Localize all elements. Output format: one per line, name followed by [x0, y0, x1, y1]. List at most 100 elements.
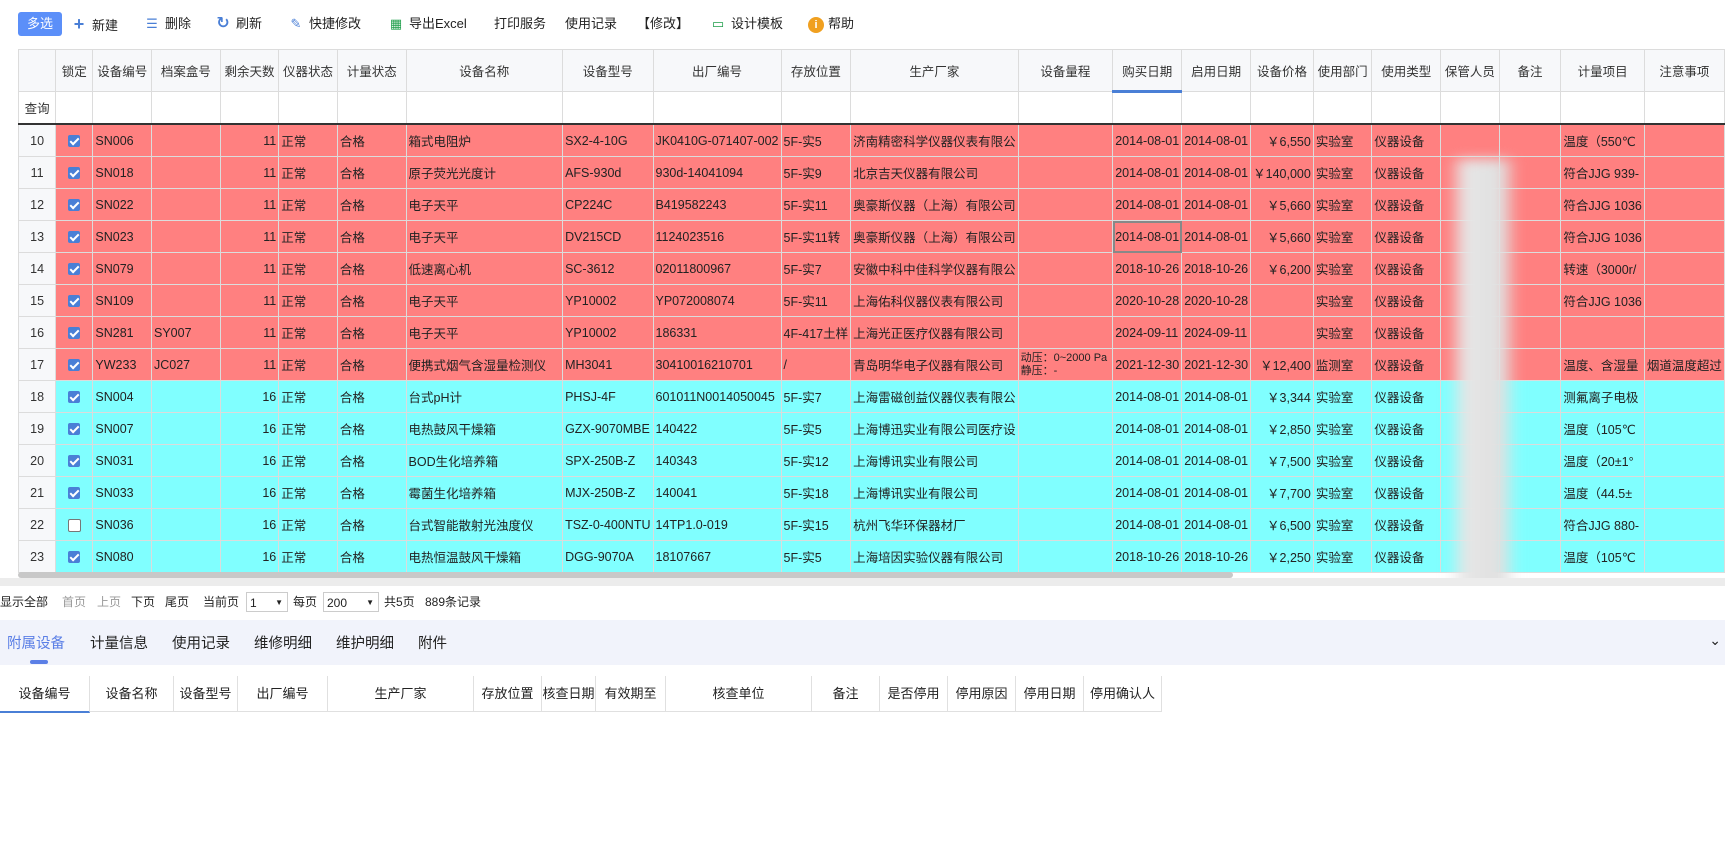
cell-model[interactable]: SPX-250B-Z: [562, 444, 654, 477]
cell-type[interactable]: 仪器设备: [1371, 123, 1442, 157]
cell-metro[interactable]: 合格: [336, 444, 407, 477]
cell-dept[interactable]: 实验室: [1312, 412, 1373, 445]
cell-dept[interactable]: 实验室: [1312, 444, 1373, 477]
cell-maker[interactable]: 上海光正医疗仪器有限公司: [850, 316, 1019, 349]
tab-metrology-info[interactable]: 计量信息: [90, 632, 148, 653]
cell-box[interactable]: [151, 444, 221, 477]
cell-type[interactable]: 仪器设备: [1371, 156, 1442, 189]
lock-checkbox[interactable]: [68, 263, 81, 276]
cell-name[interactable]: 电子天平: [405, 316, 564, 349]
lock-checkbox[interactable]: [68, 551, 81, 564]
cell-metro[interactable]: 合格: [336, 348, 407, 381]
multi-select-button[interactable]: 多选: [18, 12, 62, 36]
usage-record-button[interactable]: 使用记录: [565, 12, 617, 36]
cell-type[interactable]: 仪器设备: [1371, 348, 1442, 381]
cell-price[interactable]: ￥140,000: [1250, 156, 1314, 189]
filter-cell[interactable]: [562, 91, 654, 125]
lock-checkbox[interactable]: [68, 327, 81, 340]
sub-column-header[interactable]: 停用原因: [948, 676, 1016, 712]
cell-status[interactable]: 正常: [278, 188, 338, 221]
cell-loc[interactable]: 5F-实12: [780, 444, 852, 477]
cell-start[interactable]: 2014-08-01: [1181, 508, 1252, 541]
column-header[interactable]: 档案盒号: [151, 49, 221, 92]
cell-model[interactable]: GZX-9070MBE: [562, 412, 654, 445]
cell-serial[interactable]: 186331: [652, 316, 782, 349]
filter-cell[interactable]: [92, 91, 152, 125]
cell-days[interactable]: 16: [219, 412, 280, 445]
column-header[interactable]: 保管人员: [1440, 49, 1500, 92]
cell-code[interactable]: SN006: [92, 123, 152, 157]
cell-buy[interactable]: 2021-12-30: [1112, 348, 1183, 381]
cell-item[interactable]: 转速（3000r/: [1560, 252, 1645, 285]
cell-box[interactable]: [151, 380, 221, 413]
new-button[interactable]: + 新建: [70, 12, 118, 36]
cell-metro[interactable]: 合格: [336, 380, 407, 413]
cell-dept[interactable]: 实验室: [1312, 380, 1373, 413]
cell-loc[interactable]: 5F-实7: [780, 252, 852, 285]
cell-caution[interactable]: [1643, 284, 1725, 317]
cell-name[interactable]: BOD生化培养箱: [405, 444, 564, 477]
cell-price[interactable]: ￥7,700: [1250, 476, 1314, 509]
cell-item[interactable]: 温度、含湿量: [1560, 348, 1645, 381]
cell-range[interactable]: [1017, 316, 1114, 349]
cell-code[interactable]: SN031: [92, 444, 152, 477]
cell-code[interactable]: SN109: [92, 284, 152, 317]
cell-box[interactable]: [151, 508, 221, 541]
filter-cell[interactable]: [1017, 91, 1114, 125]
cell-item[interactable]: 符合JJG 1036: [1560, 220, 1645, 253]
cell-box[interactable]: [151, 540, 221, 573]
cell-maker[interactable]: 北京吉天仪器有限公司: [850, 156, 1019, 189]
cell-metro[interactable]: 合格: [336, 156, 407, 189]
cell-name[interactable]: 电子天平: [405, 284, 564, 317]
sub-column-header[interactable]: 设备名称: [90, 676, 174, 712]
cell-dept[interactable]: 实验室: [1312, 252, 1373, 285]
cell-name[interactable]: 电热鼓风干燥箱: [405, 412, 564, 445]
cell-model[interactable]: DGG-9070A: [562, 540, 654, 573]
cell-caution[interactable]: [1643, 220, 1725, 253]
column-header[interactable]: 备注: [1498, 49, 1562, 92]
cell-range[interactable]: [1017, 252, 1114, 285]
cell-caution[interactable]: [1643, 252, 1725, 285]
cell-name[interactable]: 箱式电阻炉: [405, 123, 564, 157]
cell-code[interactable]: SN022: [92, 188, 152, 221]
cell-price[interactable]: [1250, 284, 1314, 317]
cell-range[interactable]: [1017, 156, 1114, 189]
cell-model[interactable]: TSZ-0-400NTU: [562, 508, 654, 541]
cell-status[interactable]: 正常: [278, 252, 338, 285]
cell-days[interactable]: 11: [219, 252, 280, 285]
prev-page-link[interactable]: 上页: [97, 590, 121, 614]
design-template-button[interactable]: ▭ 设计模板: [709, 12, 783, 36]
help-button[interactable]: i 帮助: [808, 12, 854, 36]
cell-buy[interactable]: 2014-08-01: [1112, 508, 1183, 541]
cell-price[interactable]: ￥6,500: [1250, 508, 1314, 541]
column-header[interactable]: 计量项目: [1560, 49, 1645, 92]
cell-maker[interactable]: 上海佑科仪器仪表有限公司: [850, 284, 1019, 317]
cell-buy[interactable]: 2020-10-28: [1112, 284, 1183, 317]
cell-model[interactable]: PHSJ-4F: [562, 380, 654, 413]
cell-type[interactable]: 仪器设备: [1371, 188, 1442, 221]
cell-item[interactable]: 温度（550℃: [1560, 123, 1645, 157]
cell-item[interactable]: 符合JJG 939-: [1560, 156, 1645, 189]
cell-dept[interactable]: 实验室: [1312, 508, 1373, 541]
cell-code[interactable]: SN007: [92, 412, 152, 445]
cell-model[interactable]: SC-3612: [562, 252, 654, 285]
cell-code[interactable]: SN036: [92, 508, 152, 541]
filter-cell[interactable]: [780, 91, 852, 125]
cell-dept[interactable]: 实验室: [1312, 540, 1373, 573]
column-header[interactable]: 设备价格: [1250, 49, 1314, 92]
tab-accessories[interactable]: 附属设备: [7, 632, 65, 653]
cell-box[interactable]: [151, 188, 221, 221]
cell-note[interactable]: [1498, 123, 1562, 157]
cell-days[interactable]: 11: [219, 284, 280, 317]
cell-serial[interactable]: 30410016210701: [652, 348, 782, 381]
cell-maker[interactable]: 杭州飞华环保器材厂: [850, 508, 1019, 541]
cell-status[interactable]: 正常: [278, 316, 338, 349]
cell-range[interactable]: [1017, 540, 1114, 573]
cell-status[interactable]: 正常: [278, 540, 338, 573]
cell-item[interactable]: 符合JJG 880-: [1560, 508, 1645, 541]
cell-range[interactable]: [1017, 284, 1114, 317]
cell-item[interactable]: 符合JJG 1036: [1560, 284, 1645, 317]
cell-name[interactable]: 霉菌生化培养箱: [405, 476, 564, 509]
cell-days[interactable]: 11: [219, 123, 280, 157]
cell-loc[interactable]: 5F-实5: [780, 540, 852, 573]
